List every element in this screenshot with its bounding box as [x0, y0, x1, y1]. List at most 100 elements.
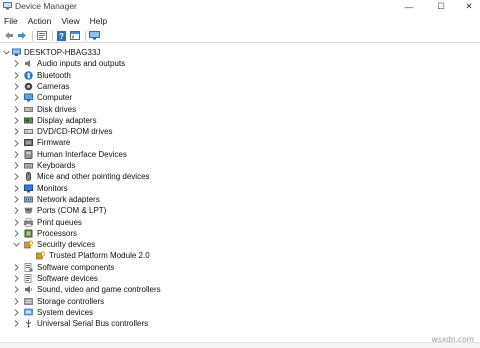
computer-icon: [24, 93, 33, 102]
tree-category-item[interactable]: Universal Serial Bus controllers: [0, 318, 480, 329]
chevron-right-icon[interactable]: [12, 183, 20, 194]
tree-category-item[interactable]: System devices: [0, 307, 480, 318]
chevron-right-icon[interactable]: [12, 205, 20, 216]
tree-category-label: Security devices: [37, 240, 96, 250]
tree-category-item[interactable]: Processors: [0, 228, 480, 239]
tree-category-item[interactable]: Firmware: [0, 137, 480, 148]
console-icon[interactable]: [69, 30, 80, 41]
chevron-right-icon[interactable]: [12, 81, 20, 92]
menu-action[interactable]: Action: [23, 15, 57, 28]
tree-category-item[interactable]: Audio inputs and outputs: [0, 58, 480, 69]
tree-category-label: DVD/CD-ROM drives: [37, 127, 113, 137]
tree-category-label: Print queues: [37, 217, 82, 227]
monitor-icon: [24, 184, 33, 193]
tree-device-label: Trusted Platform Module 2.0: [49, 251, 150, 261]
tree-category-item[interactable]: Software devices: [0, 273, 480, 284]
forward-arrow-icon[interactable]: [16, 30, 27, 41]
window-title: Device Manager: [15, 1, 77, 11]
tree-category-label: Human Interface Devices: [37, 149, 127, 159]
status-bar: [0, 342, 480, 348]
chevron-right-icon[interactable]: [12, 228, 20, 239]
software-device-icon: [24, 274, 33, 283]
chevron-right-icon[interactable]: [12, 58, 20, 69]
chevron-down-icon[interactable]: [2, 47, 10, 58]
chevron-right-icon[interactable]: [12, 296, 20, 307]
tree-category-label: Sound, video and game controllers: [37, 285, 161, 295]
tree-category-item[interactable]: Display adapters: [0, 115, 480, 126]
properties-icon[interactable]: [36, 30, 47, 41]
keyboard-icon: [24, 161, 33, 170]
tree-category-item[interactable]: Network adapters: [0, 194, 480, 205]
menu-bar: File Action View Help: [0, 15, 112, 28]
chevron-right-icon[interactable]: [12, 194, 20, 205]
tree-category-item[interactable]: Computer: [0, 92, 480, 103]
tree-category-label: Audio inputs and outputs: [37, 59, 126, 69]
tree-category-item[interactable]: Mice and other pointing devices: [0, 171, 480, 182]
camera-icon: [24, 82, 33, 91]
chevron-right-icon[interactable]: [12, 138, 20, 149]
tpm-icon: [36, 251, 45, 260]
chevron-right-icon[interactable]: [12, 217, 20, 228]
tree-category-item[interactable]: Ports (COM & LPT): [0, 205, 480, 216]
tree-category-item[interactable]: Monitors: [0, 183, 480, 194]
tree-category-item[interactable]: Cameras: [0, 81, 480, 92]
port-icon: [24, 206, 33, 215]
tree-category-label: Cameras: [37, 81, 70, 91]
printer-icon: [24, 217, 33, 227]
chevron-right-icon[interactable]: [12, 318, 20, 329]
firmware-icon: [24, 138, 33, 147]
chevron-right-icon[interactable]: [12, 126, 20, 137]
minimize-button[interactable]: —: [398, 0, 420, 13]
tree-category-label: Monitors: [37, 183, 68, 193]
toolbar-separator: [52, 30, 53, 41]
menu-file[interactable]: File: [0, 15, 23, 28]
back-arrow-icon[interactable]: [3, 30, 14, 41]
tree-category-label: Software devices: [37, 274, 98, 283]
tree-category-label: Universal Serial Bus controllers: [37, 319, 149, 329]
tree-category-item[interactable]: Disk drives: [0, 104, 480, 115]
tree-category-item[interactable]: Human Interface Devices: [0, 149, 480, 160]
monitor-icon[interactable]: [89, 30, 100, 41]
tree-category-item[interactable]: Print queues: [0, 217, 480, 228]
speaker-icon: [24, 59, 33, 68]
system-icon: [24, 308, 33, 317]
tree-category-item[interactable]: Storage controllers: [0, 296, 480, 307]
chevron-right-icon[interactable]: [12, 171, 20, 182]
chevron-right-icon[interactable]: [12, 104, 20, 115]
tree-category-item[interactable]: Security devices: [0, 239, 480, 250]
menu-help[interactable]: Help: [85, 15, 112, 28]
device-manager-app-icon: [3, 2, 12, 10]
chevron-down-icon[interactable]: [12, 239, 20, 250]
chevron-right-icon[interactable]: [12, 273, 20, 284]
tree-category-item[interactable]: Bluetooth: [0, 70, 480, 81]
tree-category-item[interactable]: Sound, video and game controllers: [0, 284, 480, 295]
chevron-right-icon[interactable]: [12, 115, 20, 126]
tree-category-label: Network adapters: [37, 194, 100, 204]
tree-root-item[interactable]: DESKTOP-HBAG33J: [0, 47, 480, 58]
tree-category-label: Processors: [37, 228, 78, 238]
chevron-right-icon[interactable]: [12, 307, 20, 318]
help-icon[interactable]: ?: [56, 30, 67, 41]
tree-category-item[interactable]: DVD/CD-ROM drives: [0, 126, 480, 137]
maximize-button[interactable]: ☐: [430, 0, 452, 13]
sound-icon: [24, 285, 33, 294]
tree-category-label: Storage controllers: [37, 296, 105, 306]
svg-text:?: ?: [59, 32, 64, 41]
tree-category-label: Display adapters: [37, 115, 97, 125]
menu-view[interactable]: View: [56, 15, 84, 28]
chevron-right-icon[interactable]: [12, 262, 20, 273]
chevron-right-icon[interactable]: [12, 92, 20, 103]
chevron-right-icon[interactable]: [12, 149, 20, 160]
tree-category-item[interactable]: Software components: [0, 262, 480, 273]
chevron-right-icon[interactable]: [12, 70, 20, 81]
chevron-right-icon[interactable]: [12, 160, 20, 171]
chevron-right-icon[interactable]: [12, 284, 20, 295]
software-component-icon: [24, 262, 33, 272]
tree-category-label: Bluetooth: [37, 70, 71, 80]
processor-icon: [24, 229, 33, 238]
tree-category-item[interactable]: Keyboards: [0, 160, 480, 171]
tree-device-item[interactable]: Trusted Platform Module 2.0: [0, 250, 480, 261]
tree-category-label: Mice and other pointing devices: [37, 172, 150, 182]
close-button[interactable]: ✕: [458, 0, 480, 13]
usb-icon: [24, 319, 33, 328]
